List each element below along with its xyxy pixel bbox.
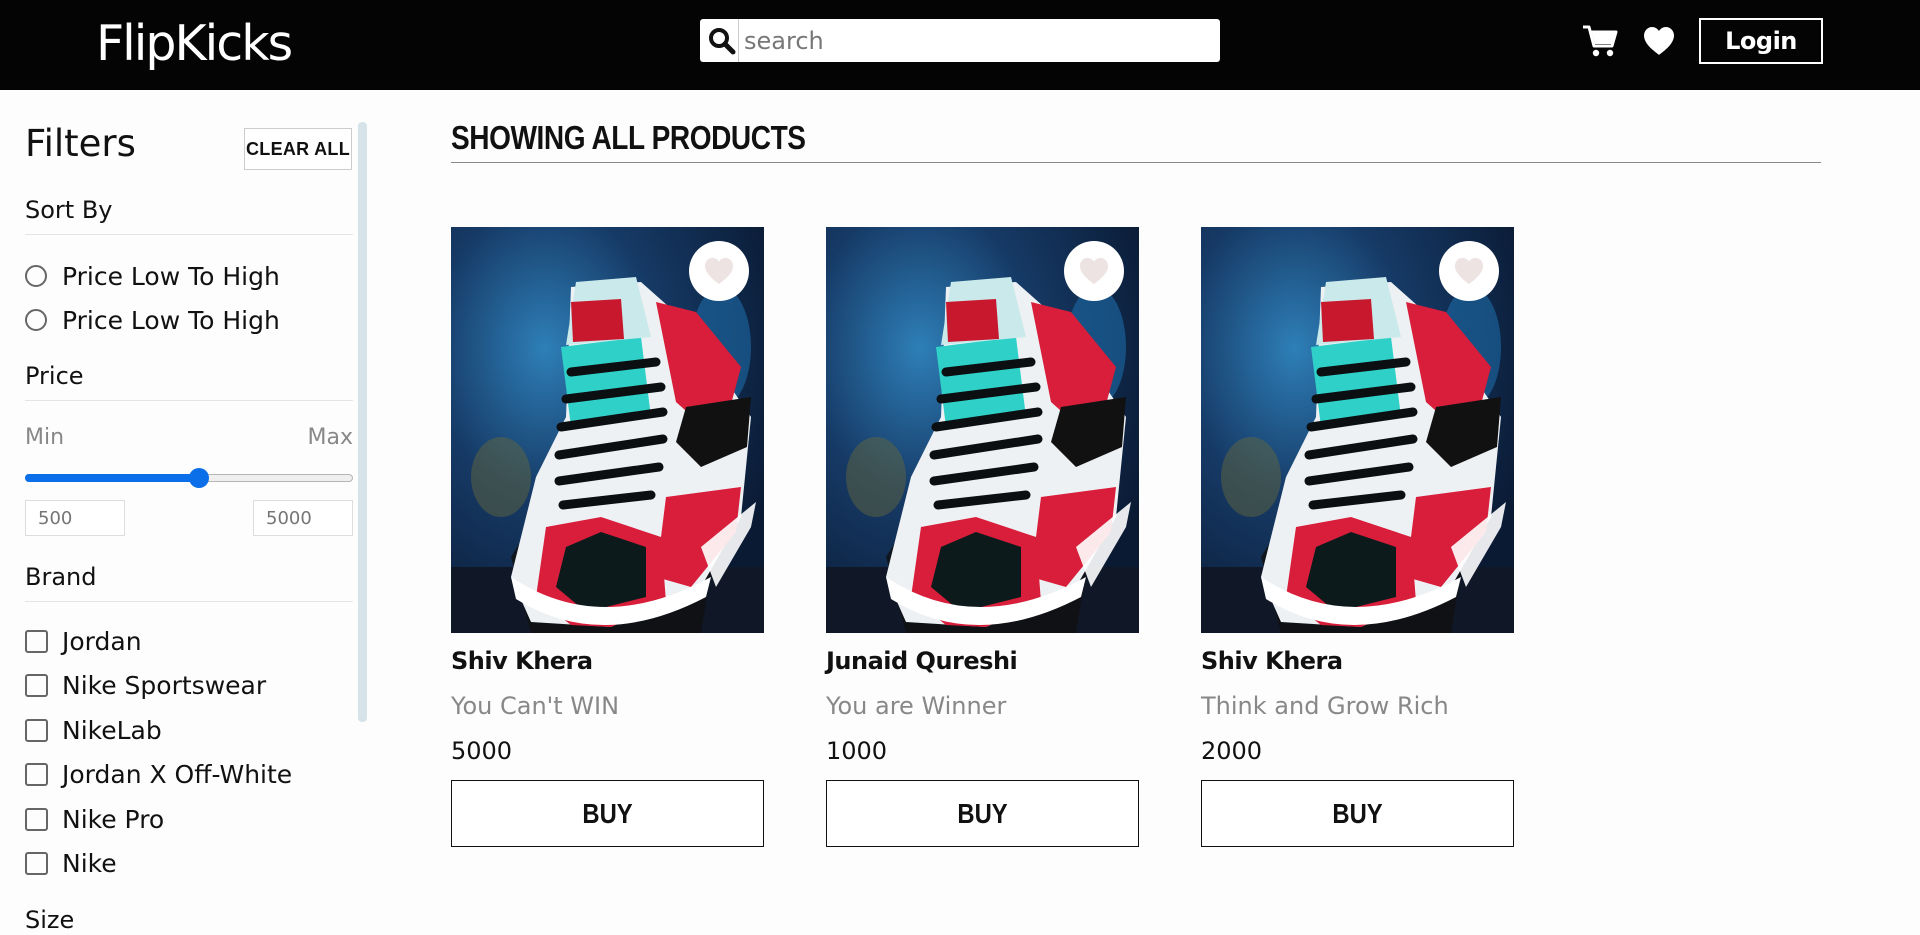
heart-icon bbox=[1454, 257, 1484, 285]
product-image[interactable] bbox=[826, 227, 1139, 633]
brand-option[interactable]: Nike bbox=[25, 848, 117, 878]
price-min-label: Min bbox=[25, 425, 65, 450]
checkbox[interactable] bbox=[25, 807, 48, 831]
brand-option-label: Jordan bbox=[62, 626, 142, 656]
page-title: SHOWING ALL PRODUCTS bbox=[451, 119, 806, 156]
product-description: Think and Grow Rich bbox=[1201, 692, 1449, 720]
login-button[interactable]: Login bbox=[1699, 18, 1823, 64]
product-price: 2000 bbox=[1201, 737, 1263, 765]
checkbox[interactable] bbox=[25, 851, 48, 875]
product-name: Shiv Khera bbox=[451, 647, 593, 675]
max-price-input[interactable] bbox=[253, 500, 353, 536]
sort-option-label: Price Low To High bbox=[62, 261, 280, 291]
brand-title: Brand bbox=[25, 563, 97, 591]
divider bbox=[25, 400, 353, 401]
buy-button[interactable]: BUY bbox=[826, 780, 1139, 847]
buy-button[interactable]: BUY bbox=[451, 780, 764, 847]
product-name: Junaid Qureshi bbox=[826, 647, 1018, 675]
size-title: Size bbox=[25, 906, 75, 934]
brand-option-label: Nike Pro bbox=[62, 804, 165, 834]
site-logo[interactable]: FlipKicks bbox=[96, 14, 293, 74]
wishlist-button[interactable] bbox=[1064, 241, 1124, 301]
filters-title: Filters bbox=[25, 122, 136, 165]
brand-option[interactable]: NikeLab bbox=[25, 715, 162, 745]
product-price: 5000 bbox=[451, 737, 513, 765]
checkbox[interactable] bbox=[25, 762, 48, 786]
sidebar-scrollbar[interactable] bbox=[358, 122, 367, 722]
product-description: You are Winner bbox=[826, 692, 1007, 720]
sort-by-title: Sort By bbox=[25, 196, 113, 224]
sort-option-label: Price Low To High bbox=[62, 305, 280, 335]
buy-label: BUY bbox=[957, 797, 1008, 829]
title-underline bbox=[451, 162, 1821, 163]
sort-option[interactable]: Price Low To High bbox=[25, 261, 280, 291]
heart-icon bbox=[704, 257, 734, 285]
brand-option-label: Nike bbox=[62, 848, 117, 878]
checkbox[interactable] bbox=[25, 718, 48, 742]
filters-sidebar: Filters CLEAR ALL Sort By Price Low To H… bbox=[0, 90, 367, 934]
price-title: Price bbox=[25, 362, 84, 390]
min-price-input[interactable] bbox=[25, 500, 125, 536]
radio-button[interactable] bbox=[25, 309, 47, 331]
product-image[interactable] bbox=[1201, 227, 1514, 633]
top-navbar: FlipKicks Login bbox=[0, 0, 1920, 90]
product-description: You Can't WIN bbox=[451, 692, 620, 720]
brand-option[interactable]: Nike Pro bbox=[25, 804, 164, 834]
brand-option[interactable]: Nike Sportswear bbox=[25, 670, 266, 700]
search-bar bbox=[700, 19, 1220, 62]
clear-all-button[interactable]: CLEAR ALL bbox=[244, 128, 352, 170]
brand-option[interactable]: Jordan X Off-White bbox=[25, 759, 292, 789]
radio-button[interactable] bbox=[25, 265, 47, 287]
product-card[interactable]: Shiv Khera Think and Grow Rich 2000 BUY bbox=[1201, 227, 1514, 847]
brand-option-label: Jordan X Off-White bbox=[62, 759, 293, 789]
buy-label: BUY bbox=[582, 797, 633, 829]
buy-label: BUY bbox=[1332, 797, 1383, 829]
search-icon[interactable] bbox=[706, 25, 738, 57]
checkbox[interactable] bbox=[25, 673, 48, 697]
brand-option-label: NikeLab bbox=[62, 715, 162, 745]
cart-icon[interactable] bbox=[1582, 24, 1618, 58]
price-slider-thumb[interactable] bbox=[188, 468, 209, 488]
search-input[interactable] bbox=[744, 19, 1214, 62]
product-price: 1000 bbox=[826, 737, 888, 765]
price-slider-fill bbox=[25, 474, 199, 482]
price-max-label: Max bbox=[307, 425, 353, 450]
divider bbox=[25, 234, 353, 235]
product-name: Shiv Khera bbox=[1201, 647, 1343, 675]
checkbox[interactable] bbox=[25, 629, 48, 653]
product-card[interactable]: Shiv Khera You Can't WIN 5000 BUY bbox=[451, 227, 764, 847]
heart-icon[interactable] bbox=[1642, 25, 1676, 57]
wishlist-button[interactable] bbox=[689, 241, 749, 301]
buy-button[interactable]: BUY bbox=[1201, 780, 1514, 847]
search-divider bbox=[738, 19, 739, 62]
heart-icon bbox=[1079, 257, 1109, 285]
wishlist-button[interactable] bbox=[1439, 241, 1499, 301]
product-card[interactable]: Junaid Qureshi You are Winner 1000 BUY bbox=[826, 227, 1139, 847]
product-image[interactable] bbox=[451, 227, 764, 633]
divider bbox=[25, 601, 353, 602]
sort-option[interactable]: Price Low To High bbox=[25, 305, 280, 335]
brand-option[interactable]: Jordan bbox=[25, 626, 142, 656]
brand-option-label: Nike Sportswear bbox=[62, 670, 267, 700]
